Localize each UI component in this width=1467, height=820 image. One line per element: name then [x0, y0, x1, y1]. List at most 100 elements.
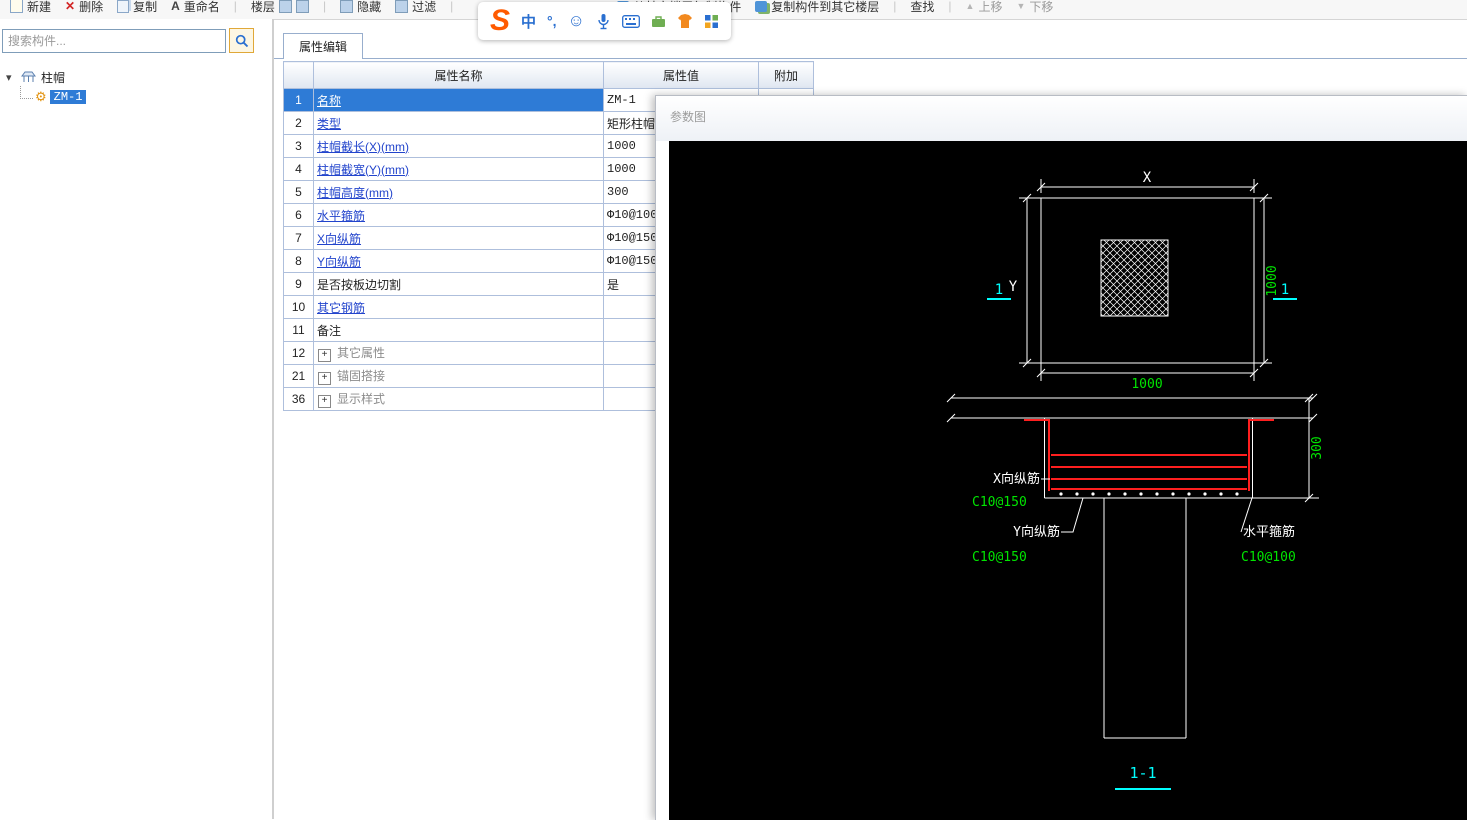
rebar-dots [1059, 492, 1239, 496]
expand-icon[interactable]: + [318, 349, 331, 362]
plan-x-label: X [1143, 170, 1152, 186]
row-number: 2 [283, 111, 314, 135]
property-name-cell[interactable]: 类型 [313, 111, 604, 135]
search-row [2, 28, 270, 53]
copy-button[interactable]: 复制 [117, 0, 157, 15]
toolbar-separator: | [948, 0, 952, 13]
new-icon [10, 0, 23, 13]
section-marker-left: 1 [995, 282, 1003, 298]
tree-node-zm1[interactable]: ⚙ ZM-1 [20, 85, 272, 107]
table-header-row: 属性名称 属性值 附加 [283, 61, 814, 89]
property-name-cell[interactable]: X向纵筋 [313, 226, 604, 250]
tree-root-label: 柱帽 [41, 70, 66, 85]
collapse-arrow-icon[interactable]: ▾ [6, 71, 16, 84]
property-name-cell[interactable]: 名称 [313, 88, 604, 112]
search-button[interactable] [229, 28, 254, 53]
property-group-cell[interactable]: + 显示样式 [313, 387, 604, 411]
copy-to-floor-icon [755, 0, 768, 12]
stirrup-label: 水平箍筋 [1243, 524, 1295, 540]
row-number: 5 [283, 180, 314, 204]
row-number: 1 [283, 88, 314, 112]
down-arrow-icon: ▼ [1016, 1, 1026, 11]
section-name-label: 1-1 [1129, 764, 1156, 782]
cap-height-dim: 300 [1310, 436, 1325, 459]
x-bar-value: C10@150 [972, 495, 1027, 510]
tree-node-column-cap[interactable]: ▾ 柱帽 [6, 67, 272, 87]
stirrup-value: C10@100 [1241, 550, 1296, 565]
plan-y-label: Y [1009, 279, 1018, 295]
row-number: 36 [283, 387, 314, 411]
tree-item-label: ZM-1 [49, 90, 87, 104]
copy-icon [117, 0, 130, 13]
component-tree: ▾ 柱帽 ⚙ ZM-1 [0, 67, 272, 107]
property-name-cell[interactable]: 其它钢筋 [313, 295, 604, 319]
row-number: 11 [283, 318, 314, 342]
property-group-cell[interactable]: + 锚固搭接 [313, 364, 604, 388]
tree-connector [20, 85, 33, 99]
property-name-cell[interactable]: 备注 [313, 318, 604, 342]
expand-icon[interactable]: + [318, 395, 331, 408]
row-number: 10 [283, 295, 314, 319]
tab-property-edit[interactable]: 属性编辑 [283, 33, 364, 59]
tab-strip: 属性编辑 [274, 19, 1467, 59]
toolbox-icon[interactable] [651, 15, 666, 28]
property-name-cell[interactable]: 柱帽截长(X)(mm) [313, 134, 604, 158]
header-property-value[interactable]: 属性值 [603, 61, 759, 89]
top-toolbar: 新建 ✕删除 复制 A重命名 | 楼层 | 隐藏 过滤 | 从其它楼层复制构件 … [0, 0, 1467, 20]
search-icon [235, 34, 248, 47]
leader-y-bar [1061, 497, 1084, 533]
sogou-logo-icon[interactable]: S [490, 6, 510, 36]
section-view [946, 393, 1319, 739]
ime-toolbar: S 中 °, ☺ [478, 2, 731, 40]
row-number: 4 [283, 157, 314, 181]
apps-grid-icon[interactable] [704, 14, 719, 29]
move-up-button[interactable]: ▲ 上移 [966, 0, 1003, 15]
search-input[interactable] [2, 28, 226, 53]
skin-shirt-icon[interactable] [677, 13, 693, 29]
ime-mode-button[interactable]: 中 [521, 11, 536, 32]
hide-icon [340, 0, 354, 13]
filter-icon [395, 0, 409, 13]
ime-punct-button[interactable]: °, [547, 13, 557, 29]
property-name-cell[interactable]: 水平箍筋 [313, 203, 604, 227]
emoji-icon[interactable]: ☺ [568, 11, 585, 31]
hide-button[interactable]: 隐藏 [340, 0, 381, 15]
parameter-diagram-window: 参数图 X Y 1000 1000 1 1 X向纵筋 C10@150 Y向纵筋 … [655, 95, 1467, 820]
component-panel: ▾ 柱帽 ⚙ ZM-1 [0, 19, 274, 819]
up-arrow-icon: ▲ [965, 1, 975, 11]
find-button[interactable]: 查找 [910, 0, 934, 15]
microphone-icon[interactable] [596, 13, 611, 30]
floor-button[interactable]: 楼层 [251, 0, 309, 15]
row-number: 8 [283, 249, 314, 273]
row-number: 6 [283, 203, 314, 227]
section-marker-right: 1 [1281, 282, 1289, 298]
keyboard-icon[interactable] [621, 14, 640, 28]
toolbar-separator: | [233, 0, 237, 13]
header-blank [283, 61, 314, 89]
header-property-name: 属性名称 [313, 61, 604, 89]
property-name-cell[interactable]: 柱帽高度(mm) [313, 180, 604, 204]
new-button[interactable]: 新建 [10, 0, 51, 15]
row-number: 9 [283, 272, 314, 296]
row-number: 12 [283, 341, 314, 365]
header-extra: 附加 [758, 61, 814, 89]
filter-button[interactable]: 过滤 [395, 0, 436, 15]
property-group-cell[interactable]: + 其它属性 [313, 341, 604, 365]
move-down-button[interactable]: ▼ 下移 [1016, 0, 1053, 15]
property-name-cell[interactable]: 柱帽截宽(Y)(mm) [313, 157, 604, 181]
row-number: 21 [283, 364, 314, 388]
rebar-lines [1024, 419, 1274, 491]
popup-title: 参数图 [656, 96, 1467, 141]
row-number: 3 [283, 134, 314, 158]
cad-canvas[interactable]: X Y 1000 1000 1 1 X向纵筋 C10@150 Y向纵筋 C10@… [669, 141, 1467, 820]
property-name-cell[interactable]: Y向纵筋 [313, 249, 604, 273]
plan-view [1019, 179, 1272, 381]
delete-button[interactable]: ✕ 删除 [65, 0, 103, 15]
toolbar-separator: | [450, 0, 454, 13]
copy-to-floor-button[interactable]: 复制构件到其它楼层 [755, 0, 879, 15]
expand-icon[interactable]: + [318, 372, 331, 385]
rename-button[interactable]: A 重命名 [171, 0, 220, 15]
property-name-cell[interactable]: 是否按板边切割 [313, 272, 604, 296]
delete-icon: ✕ [65, 0, 76, 13]
y-bar-label: Y向纵筋 [1013, 524, 1060, 540]
